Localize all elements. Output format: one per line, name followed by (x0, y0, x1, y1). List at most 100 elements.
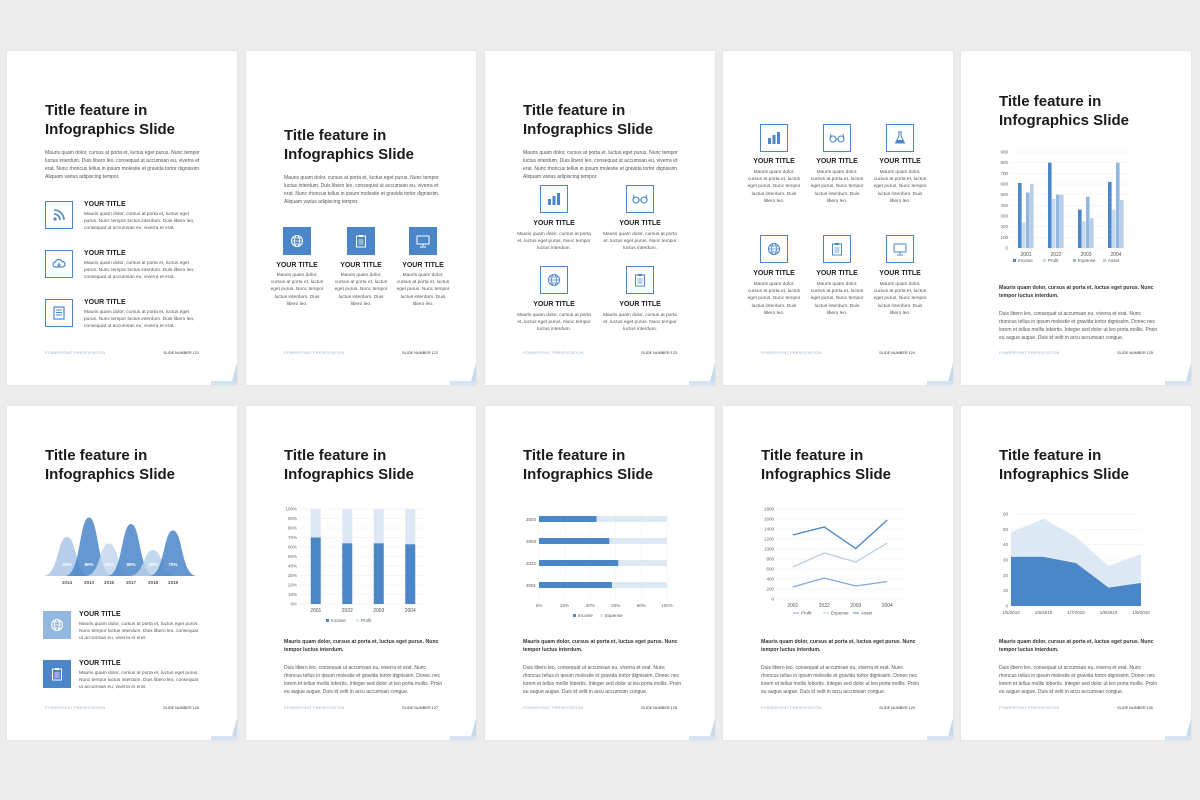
legend-label: Income (331, 618, 346, 623)
y-tick-label: 0 (1005, 246, 1008, 251)
bar-segment (405, 509, 416, 545)
item-text: Mauris quam dolor, cursus at porta et, l… (396, 273, 450, 307)
item-text: Mauris quam dolor, cursus at porta et, l… (603, 232, 677, 252)
y-tick-label: 20 (1003, 573, 1009, 578)
bar (1112, 209, 1116, 248)
legend-label: Income (1018, 258, 1033, 263)
slide-121[interactable]: Title feature in Infographics Slide Mauri… (7, 51, 237, 385)
x-tick-label: 1/7/2010 (1067, 610, 1085, 615)
y-tick-label: 0 (1005, 604, 1008, 609)
legend-swatch (573, 614, 576, 617)
y-tick-label: 50 (1003, 527, 1009, 532)
page-title: Title feature in Infographics Slide (761, 447, 892, 483)
page-title: Title feature in Infographics Slide (999, 93, 1130, 129)
slide-129[interactable]: Title feature in Infographics Slide 0 200 4… (723, 406, 953, 740)
slide-130[interactable]: Title feature in Infographics Slide 0 10 20… (961, 406, 1191, 740)
item-title: YOUR TITLE (340, 262, 382, 269)
bar (1090, 218, 1094, 248)
y-tick-label: 2001 (526, 583, 537, 588)
bar (1018, 182, 1022, 248)
item-title: YOUR TITLE (879, 158, 921, 165)
item-title: YOUR TITLE (879, 270, 921, 277)
lead-paragraph: Mauris quam dolor, cursus at porta et, l… (523, 639, 678, 653)
x-tick-label: 2003 (373, 608, 384, 614)
rss-icon (45, 201, 73, 229)
bar (1108, 181, 1112, 248)
page-corner-edge (211, 736, 237, 740)
item-text: Mauris quam dolor, cursus at porta et, l… (84, 261, 195, 281)
item-text: Mauris quam dolor, cursus at porta et, l… (270, 273, 324, 307)
x-tick-label: 2003 (850, 603, 861, 609)
lead-paragraph: Mauris quam dolor, cursus at porta et, l… (284, 639, 439, 653)
stacked-bar-chart: 0% 10% 20% 30% 40% 50% 60% 70% 80% 90% 100% 2001 202… (285, 507, 426, 623)
legend-label: Income (578, 613, 593, 618)
x-tick-label: 100% (661, 603, 673, 608)
slide-125[interactable]: Title feature in Infographics Slide 0 100 2… (961, 51, 1191, 385)
lead-paragraph: Mauris quam dolor, cursus at porta et, l… (999, 639, 1154, 653)
y-tick-label: 30% (288, 573, 297, 578)
y-tick-label: 20% (288, 583, 297, 588)
x-tick-label: 0% (536, 603, 543, 608)
item-text: Mauris quam dolor, cursus at porta et, l… (79, 671, 199, 691)
grouped-bar-chart: 01002003004005006007008009002001 2022 2003… (1000, 150, 1131, 263)
slide-127[interactable]: Title feature in Infographics Slide 0% 10%… (246, 406, 476, 740)
y-tick-label: 2022 (526, 561, 537, 566)
page-corner-edge (450, 381, 476, 385)
slide-128[interactable]: Title feature in Infographics Slide 0% 20%… (485, 406, 715, 740)
legend-label: Profit (1048, 258, 1059, 263)
legend-swatch (1073, 259, 1076, 262)
legend-label: Expense (605, 613, 623, 618)
page-title: Title feature in Infographics Slide (45, 447, 176, 483)
x-tick-label: 60% (611, 603, 620, 608)
x-tick-label: 20% (560, 603, 569, 608)
legend-swatch (1043, 259, 1046, 262)
y-tick-label: 1000 (764, 547, 775, 552)
item-title: YOUR TITLE (753, 158, 795, 165)
monitor-icon (409, 227, 437, 255)
lead-paragraph: Mauris quam dolor, cursus at porta et, l… (999, 285, 1154, 299)
legend-swatch (1103, 259, 1106, 262)
footer-label: POWERPOINT PRESENTATION (761, 706, 822, 710)
bar (1116, 162, 1120, 248)
item-title: YOUR TITLE (84, 250, 126, 257)
bar-segment (539, 560, 619, 566)
x-tick-label: 1/5/2010 (1002, 610, 1020, 615)
bar-segment (539, 516, 597, 522)
y-tick-label: 1800 (764, 507, 775, 512)
item-text: Mauris quam dolor, cursus at porta et, l… (334, 273, 388, 307)
item-title: YOUR TITLE (84, 201, 126, 208)
slide-number: SLIDE NUMBER 127 (402, 706, 438, 710)
globe-icon (43, 611, 71, 639)
page-corner-edge (1165, 381, 1191, 385)
body-paragraph: Duis libero leo, consequat ut accumsan e… (284, 665, 443, 695)
intro-paragraph: Mauris quam dolor, cursus at porta et, l… (45, 150, 201, 180)
peak-label: 70% (168, 562, 177, 567)
item-text: Mauris quam dolor, cursus at porta et, l… (79, 622, 199, 642)
x-tick-label: 40% (586, 603, 595, 608)
slide-123[interactable]: Title feature in Infographics Slide Mauri… (485, 51, 715, 385)
legend-label: Asset (1108, 258, 1120, 263)
bar (1056, 194, 1060, 248)
item-text: Mauris quam dolor, cursus at porta et, l… (84, 212, 195, 232)
y-tick-label: 90% (288, 516, 297, 521)
legend-label: Expense (831, 611, 849, 616)
slide-122[interactable]: Title feature in Infographics Slide Mauri… (246, 51, 476, 385)
clipboard-icon (823, 235, 851, 263)
footer-label: POWERPOINT PRESENTATION (523, 351, 584, 355)
body-paragraph: Duis libero leo, consequat ut accumsan e… (761, 665, 920, 695)
page-corner-edge (927, 736, 953, 740)
page-corner-edge (689, 736, 715, 740)
bar (1026, 192, 1030, 248)
item-text: Mauris quam dolor, cursus at porta et, l… (603, 313, 677, 333)
page-title: Title feature in Infographics Slide (999, 447, 1130, 483)
slide-126[interactable]: Title feature in Infographics Slide 60% 20… (7, 406, 237, 740)
page-title: Title feature in Infographics Slide (523, 102, 654, 138)
peak-label: 40% (148, 562, 157, 567)
y-tick-label: 100 (1000, 235, 1008, 240)
y-tick-label: 1600 (764, 517, 775, 522)
slide-124[interactable]: YOUR TITLE Mauris quam dolor, cursus at … (723, 51, 953, 385)
y-tick-label: 0 (771, 597, 774, 602)
bar-segment (405, 544, 416, 604)
y-tick-label: 100% (285, 507, 297, 512)
item-title: YOUR TITLE (816, 270, 858, 277)
